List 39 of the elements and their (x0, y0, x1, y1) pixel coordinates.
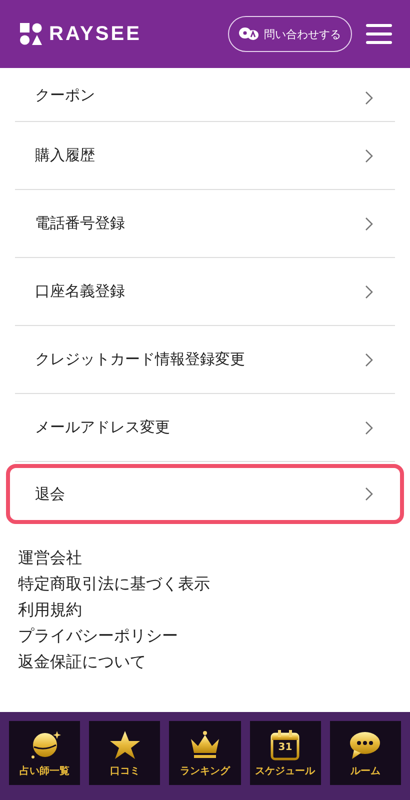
chevron-right-icon (365, 420, 373, 434)
crown-icon (189, 728, 221, 760)
nav-tile[interactable]: ランキング (169, 721, 241, 785)
menu-item[interactable]: メールアドレス変更 (15, 394, 395, 462)
calendar-icon (269, 728, 302, 760)
menu-item[interactable]: 退会 (6, 464, 404, 524)
chevron-right-icon (365, 216, 373, 230)
nav-label: スケジュール (255, 764, 316, 778)
logo-icon (20, 23, 42, 45)
menu-item[interactable]: クーポン (15, 68, 395, 122)
nav-label: ランキング (180, 764, 230, 778)
footer-link[interactable]: 利用規約 (18, 597, 82, 623)
nav-label: ルーム (350, 764, 380, 778)
contact-button[interactable]: 問い合わせする (228, 16, 352, 52)
chevron-right-icon (365, 352, 373, 366)
menu-item[interactable]: クレジットカード情報登録変更 (15, 326, 395, 394)
nav-tile[interactable]: ルーム (330, 721, 402, 785)
chevron-right-icon (365, 91, 373, 105)
nav-tile[interactable]: 口コミ (89, 721, 160, 785)
chat-bubbles-icon (239, 27, 259, 41)
menu-item[interactable]: 口座名義登録 (15, 258, 395, 326)
chevron-right-icon (365, 284, 373, 298)
footer-link[interactable]: プライバシーポリシー (18, 623, 178, 649)
chevron-right-icon (365, 487, 373, 501)
footer-link[interactable]: 特定商取引法に基づく表示 (18, 571, 210, 597)
footer-link[interactable]: 返金保証について (18, 649, 146, 675)
logo-text[interactable]: RAYSEE (49, 22, 142, 46)
menu-icon[interactable] (366, 24, 392, 44)
chevron-right-icon (365, 148, 373, 162)
calendar-day: 31 (269, 740, 302, 754)
planet-icon (28, 728, 61, 760)
menu-item[interactable]: 購入履歴 (15, 122, 395, 190)
nav-tile[interactable]: 占い師一覧 (9, 721, 80, 785)
footer-link[interactable]: 運営会社 (18, 545, 82, 571)
nav-label: 口コミ (110, 764, 140, 778)
nav-tile[interactable]: 31 スケジュール (250, 721, 321, 785)
menu-item[interactable]: 電話番号登録 (15, 190, 395, 258)
star-icon (108, 728, 141, 760)
nav-label: 占い師一覧 (20, 764, 70, 778)
